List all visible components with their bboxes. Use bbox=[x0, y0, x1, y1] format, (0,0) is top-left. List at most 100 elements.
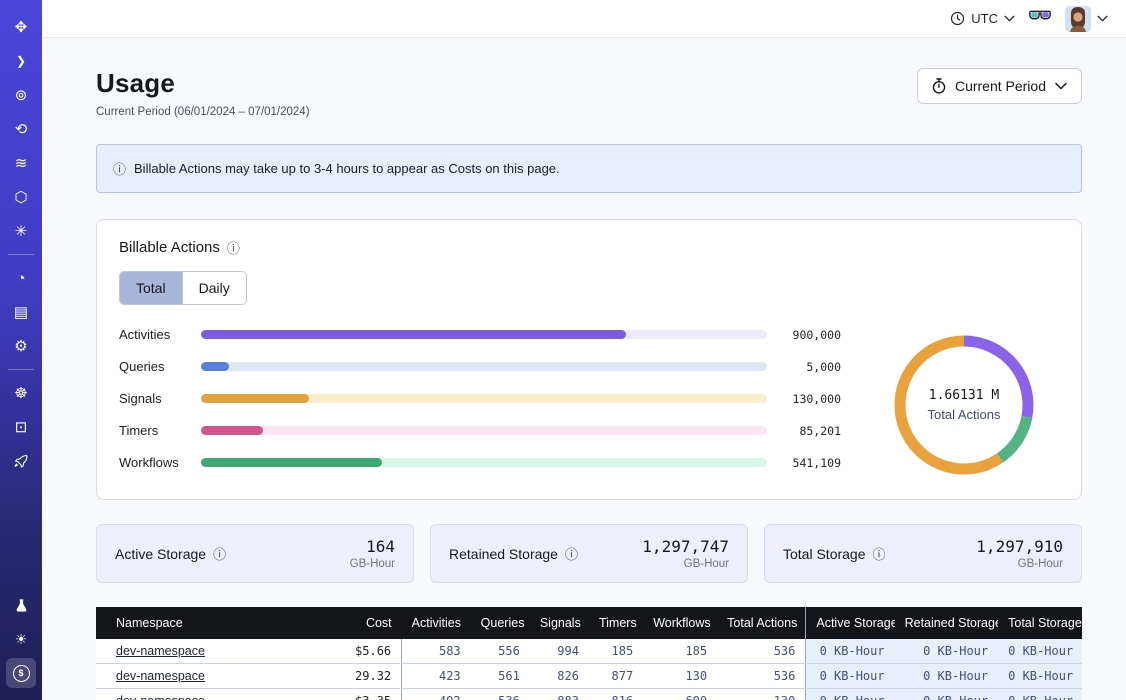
sidebar: ✥ ❯ ⊚ ⟲ ≋ ⬡ ✳ ◔ ▤ ⚙ ☸ ⊡ ☀ $ bbox=[0, 0, 42, 700]
cost-cell: $3.35 bbox=[333, 689, 402, 700]
namespaces-icon[interactable]: ⊚ bbox=[6, 80, 36, 110]
storage-value-block: 1,297,747 GB-Hour bbox=[642, 537, 729, 570]
namespace-link[interactable]: dev-namespace bbox=[116, 669, 205, 683]
tab-daily[interactable]: Daily bbox=[182, 272, 246, 304]
support-lifebuoy-icon[interactable]: ☸ bbox=[6, 378, 36, 408]
rocket-glyph bbox=[13, 453, 29, 469]
cost-cell: 29.32 bbox=[333, 664, 402, 689]
flask-glyph bbox=[14, 598, 29, 613]
period-dropdown-button[interactable]: Current Period bbox=[917, 68, 1082, 104]
col-namespace: Namespace bbox=[96, 607, 333, 639]
billable-actions-title: Billable Actions bbox=[119, 239, 220, 256]
deployments-cube-icon[interactable]: ⬡ bbox=[6, 182, 36, 212]
info-icon[interactable]: ⓘ bbox=[565, 544, 578, 563]
info-icon[interactable]: ⓘ bbox=[873, 544, 886, 563]
total-actions-value: 1.66131 M bbox=[928, 388, 1001, 403]
storage-label-row: Retained Storage ⓘ bbox=[449, 544, 578, 563]
chevron-right-glyph: ❯ bbox=[16, 55, 26, 67]
bar-label: Timers bbox=[119, 423, 201, 438]
banner-text: Billable Actions may take up to 3-4 hour… bbox=[134, 161, 560, 176]
timezone-selector[interactable]: UTC bbox=[950, 11, 1015, 26]
page-title: Usage bbox=[96, 68, 310, 99]
namespace-usage-table: Namespace Cost Activities Queries Signal… bbox=[96, 607, 1082, 700]
retained-storage-cell: 0 KB-Hour bbox=[895, 664, 999, 689]
timers-cell: 877 bbox=[589, 664, 643, 689]
usage-gauge-icon[interactable]: ◔ bbox=[6, 263, 36, 293]
tab-total[interactable]: Total bbox=[120, 272, 182, 304]
page-header: Usage Current Period (06/01/2024 – 07/01… bbox=[96, 68, 1082, 118]
docs-monitor-icon[interactable]: ⊡ bbox=[6, 412, 36, 442]
settings-gear-icon[interactable]: ⚙ bbox=[6, 331, 36, 361]
schedules-glyph: ⟲ bbox=[15, 122, 28, 137]
monitor-glyph: ⊡ bbox=[15, 420, 28, 435]
namespace-link[interactable]: dev-namespace bbox=[116, 644, 205, 658]
table-row: dev-namespace 29.32 423 561 826 877 130 … bbox=[96, 664, 1082, 689]
activities-cell: 492 bbox=[402, 689, 471, 700]
bar-label: Signals bbox=[119, 391, 201, 406]
user-avatar bbox=[1065, 6, 1091, 32]
active-storage-cell: 0 KB-Hour bbox=[806, 664, 895, 689]
bar-label: Workflows bbox=[119, 455, 201, 470]
chevron-down-icon bbox=[1097, 15, 1108, 22]
table-row: dev-namespace $3.35 492 536 883 816 600 … bbox=[96, 689, 1082, 700]
bar-value: 541,109 bbox=[767, 456, 841, 470]
user-menu[interactable] bbox=[1065, 6, 1108, 32]
layers-icon[interactable]: ≋ bbox=[6, 148, 36, 178]
queries-cell: 561 bbox=[471, 664, 530, 689]
activities-cell: 583 bbox=[402, 639, 471, 664]
active-storage-label: Active Storage bbox=[115, 546, 206, 562]
total-storage-label: Total Storage bbox=[783, 546, 866, 562]
usage-billing-active-icon[interactable]: $ bbox=[6, 658, 36, 688]
col-total-storage: Total Storage bbox=[998, 607, 1082, 639]
col-workflows: Workflows bbox=[643, 607, 717, 639]
nexus-asterisk-icon[interactable]: ✳ bbox=[6, 216, 36, 246]
chevron-down-icon bbox=[1055, 82, 1067, 90]
col-signals: Signals bbox=[530, 607, 589, 639]
expand-sidebar-icon[interactable]: ❯ bbox=[6, 46, 36, 76]
info-icon[interactable]: ⓘ bbox=[227, 238, 240, 257]
bar-label: Activities bbox=[119, 327, 201, 342]
namespace-cell: dev-namespace bbox=[96, 689, 333, 700]
bar-fill bbox=[201, 426, 263, 435]
rocket-icon[interactable] bbox=[6, 446, 36, 476]
namespace-link[interactable]: dev-namespace bbox=[116, 694, 205, 700]
total-storage-value: 1,297,910 bbox=[976, 537, 1063, 556]
storage-value-block: 1,297,910 GB-Hour bbox=[976, 537, 1063, 570]
usage-page: Usage Current Period (06/01/2024 – 07/01… bbox=[42, 38, 1126, 700]
info-icon[interactable]: ⓘ bbox=[213, 544, 226, 563]
col-retained-storage: Retained Storage bbox=[895, 607, 999, 639]
bar-track bbox=[201, 426, 767, 435]
sidebar-divider bbox=[8, 254, 34, 255]
storage-label-row: Active Storage ⓘ bbox=[115, 544, 226, 563]
workflows-cell: 600 bbox=[643, 689, 717, 700]
chevron-down-icon bbox=[1004, 15, 1015, 22]
bar-track bbox=[201, 458, 767, 467]
lab-flask-icon[interactable] bbox=[6, 590, 36, 620]
bar-row-workflows: Workflows 541,109 bbox=[119, 455, 841, 470]
retained-storage-cell: 0 KB-Hour bbox=[895, 689, 999, 700]
col-total-actions: Total Actions bbox=[717, 607, 806, 639]
cube-glyph: ⬡ bbox=[14, 190, 27, 205]
col-activities: Activities bbox=[402, 607, 471, 639]
schedules-icon[interactable]: ⟲ bbox=[6, 114, 36, 144]
bar-row-timers: Timers 85,201 bbox=[119, 423, 841, 438]
timers-cell: 185 bbox=[589, 639, 643, 664]
bar-track bbox=[201, 362, 767, 371]
total-actions-cell: 536 bbox=[717, 639, 806, 664]
bar-label: Queries bbox=[119, 359, 201, 374]
total-storage-cell: 0 KB-Hour bbox=[998, 664, 1082, 689]
bar-fill bbox=[201, 362, 229, 371]
main-column: UTC Usage Current Period (06/01/2024 – 0… bbox=[42, 0, 1126, 700]
feedback-glasses-button[interactable] bbox=[1029, 9, 1051, 28]
queries-cell: 556 bbox=[471, 639, 530, 664]
col-queries: Queries bbox=[471, 607, 530, 639]
theme-sun-icon[interactable]: ☀ bbox=[6, 624, 36, 654]
signals-cell: 826 bbox=[530, 664, 589, 689]
clock-icon bbox=[950, 11, 965, 26]
temporal-logo-icon[interactable]: ✥ bbox=[6, 12, 36, 42]
card-glyph: ▤ bbox=[14, 305, 28, 320]
table-row: dev-namespace $5.66 583 556 994 185 185 … bbox=[96, 639, 1082, 664]
billable-actions-title-row: Billable Actions ⓘ bbox=[119, 238, 1059, 257]
billing-card-icon[interactable]: ▤ bbox=[6, 297, 36, 327]
bar-fill bbox=[201, 394, 309, 403]
